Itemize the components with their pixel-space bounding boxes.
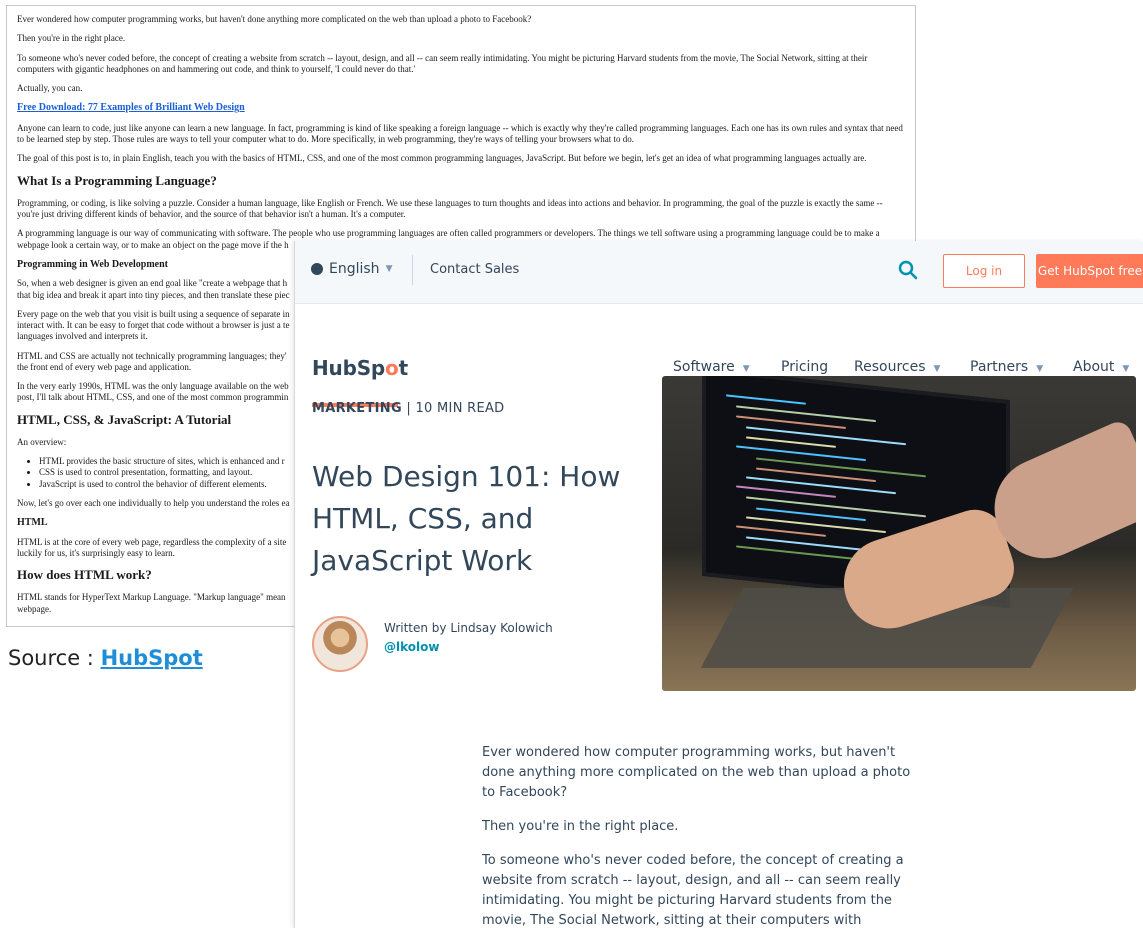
article-body: Ever wondered how computer programming w…: [482, 743, 917, 928]
contact-sales-link[interactable]: Contact Sales: [430, 262, 519, 277]
search-icon[interactable]: [897, 259, 919, 281]
category-link[interactable]: MARKETING: [312, 401, 402, 416]
divider: [412, 255, 413, 285]
paragraph: Then you're in the right place.: [482, 819, 679, 834]
chevron-down-icon: ▼: [933, 364, 941, 374]
chevron-down-icon: ▼: [1036, 364, 1044, 374]
paragraph: The goal of this post is to, in plain En…: [17, 153, 867, 164]
paragraph: Ever wondered how computer programming w…: [482, 745, 911, 800]
chevron-down-icon: ▼: [742, 364, 750, 374]
nav-item-about[interactable]: About ▼: [1073, 359, 1129, 375]
utility-bar: English ▼ Contact Sales Log in Get HubSp…: [295, 241, 1143, 304]
category-label: MARKETING | 10 MIN READ: [312, 401, 505, 416]
author-handle-link[interactable]: @lkolow: [384, 640, 439, 654]
nav-item-software[interactable]: Software ▼: [673, 359, 750, 375]
free-download-link[interactable]: Free Download: 77 Examples of Brilliant …: [17, 102, 905, 115]
globe-icon: [311, 263, 323, 275]
language-selector[interactable]: English ▼: [311, 261, 392, 277]
nav-item-resources[interactable]: Resources ▼: [854, 359, 940, 375]
heading-what-is-programming: What Is a Programming Language?: [17, 172, 217, 188]
paragraph: Anyone can learn to code, just like anyo…: [17, 122, 903, 144]
login-button[interactable]: Log in: [943, 254, 1025, 288]
chevron-down-icon: ▼: [1122, 364, 1130, 374]
paragraph: To someone who's never coded before, the…: [17, 52, 868, 74]
chevron-down-icon: ▼: [385, 264, 393, 274]
paragraph: To someone who's never coded before, the…: [482, 853, 904, 928]
paragraph: Then you're in the right place.: [17, 33, 126, 44]
article-title: Web Design 101: How HTML, CSS, and JavaS…: [312, 460, 621, 577]
nav-item-pricing[interactable]: Pricing: [781, 359, 828, 375]
hero-image: [662, 376, 1136, 691]
paragraph: Programming, or coding, is like solving …: [17, 197, 883, 219]
hubspot-article-page: English ▼ Contact Sales Log in Get HubSp…: [294, 241, 1143, 928]
paragraph: Ever wondered how computer programming w…: [17, 14, 532, 24]
get-hubspot-free-button[interactable]: Get HubSpot free: [1036, 254, 1143, 288]
paragraph: Actually, you can.: [17, 83, 83, 93]
source-caption: Source : HubSpot: [8, 646, 203, 670]
source-link[interactable]: HubSpot: [101, 646, 203, 670]
avatar[interactable]: [312, 616, 368, 672]
author-name: Written by Lindsay Kolowich: [384, 621, 553, 635]
nav-item-partners[interactable]: Partners ▼: [970, 359, 1043, 375]
